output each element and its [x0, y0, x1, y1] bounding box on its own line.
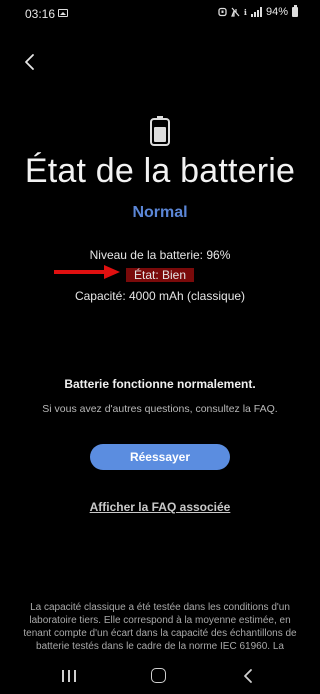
- battery-health-row: État: Bien: [0, 268, 320, 282]
- annotation-arrow: [54, 265, 120, 279]
- back-button[interactable]: [18, 50, 42, 74]
- alarm-icon: [218, 7, 227, 17]
- retry-button[interactable]: Réessayer: [90, 444, 230, 470]
- recent-apps-button[interactable]: [62, 670, 76, 682]
- home-button[interactable]: [151, 668, 166, 683]
- battery-status-icon: [150, 116, 170, 146]
- status-bar: 03:16 ℹ 94%: [0, 0, 320, 28]
- mute-icon: [231, 7, 240, 17]
- wifi-calling-icon: ℹ: [243, 7, 247, 17]
- gallery-icon: [58, 9, 68, 17]
- faq-hint: Si vous avez d'autres questions, consult…: [42, 403, 278, 415]
- battery-icon: [292, 5, 298, 17]
- battery-level: Niveau de la batterie: 96%: [89, 248, 231, 262]
- faq-link[interactable]: Afficher la FAQ associée: [0, 500, 320, 514]
- page-title: État de la batterie: [24, 152, 296, 190]
- signal-icon: [250, 7, 262, 17]
- battery-percent: 94%: [265, 6, 288, 18]
- status-time: 03:16: [25, 7, 56, 21]
- battery-state: Normal: [132, 204, 188, 221]
- status-icons: ℹ 94%: [218, 5, 298, 18]
- battery-health: État: Bien: [125, 268, 195, 282]
- battery-capacity: Capacité: 4000 mAh (classique): [74, 289, 246, 303]
- chevron-left-icon: [25, 54, 34, 70]
- recent-apps-icon: [62, 670, 64, 682]
- navigation-bar: [0, 660, 320, 694]
- capacity-footnote: La capacité classique a été testée dans …: [23, 602, 297, 649]
- nav-back-button[interactable]: [242, 668, 254, 684]
- status-message: Batterie fonctionne normalement.: [64, 377, 256, 391]
